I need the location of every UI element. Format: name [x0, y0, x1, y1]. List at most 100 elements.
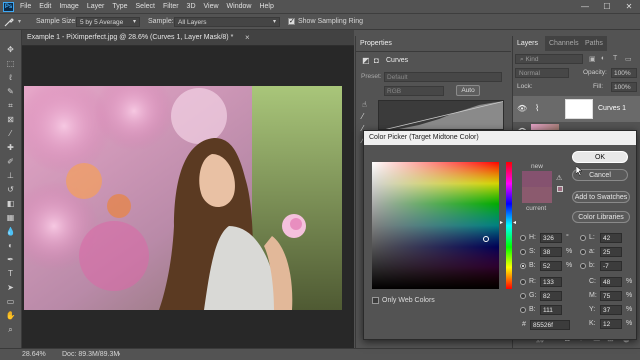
green-radio[interactable] [520, 293, 526, 299]
opacity-input[interactable]: 100% [611, 68, 637, 78]
blue-input[interactable]: 111 [540, 305, 562, 315]
hue-slider[interactable] [506, 162, 512, 289]
preset-select[interactable]: Default [384, 72, 502, 82]
menu-view[interactable]: View [204, 3, 219, 10]
blur-tool-icon[interactable]: 💧 [4, 226, 17, 237]
tab-paths[interactable]: Paths [581, 36, 607, 51]
menu-image[interactable]: Image [59, 3, 78, 10]
eyedropper-icon[interactable]: ⁄ [4, 128, 17, 139]
sample-select[interactable]: All Layers ▾ [174, 17, 280, 27]
auto-button[interactable]: Auto [456, 85, 480, 96]
menu-help[interactable]: Help [259, 3, 273, 10]
yellow-input[interactable]: 37 [600, 305, 622, 315]
only-web-colors-checkbox[interactable] [372, 297, 379, 304]
tab-layers[interactable]: Layers [513, 36, 543, 51]
close-document-icon[interactable]: × [245, 33, 250, 42]
crop-tool-icon[interactable]: ⌗ [4, 100, 17, 111]
mask-icon[interactable]: ◘ [374, 56, 379, 65]
lasso-tool-icon[interactable]: ℓ [4, 72, 17, 83]
red-radio[interactable] [520, 279, 526, 285]
lab-b-radio[interactable] [580, 263, 586, 269]
out-of-gamut-warning-icon[interactable]: ⚠ [556, 174, 562, 182]
lab-b-input[interactable]: -7 [600, 261, 622, 271]
magenta-input[interactable]: 75 [600, 291, 622, 301]
current-color-swatch[interactable] [522, 187, 552, 203]
menu-select[interactable]: Select [136, 3, 155, 10]
hue-slider-right-arrow-icon[interactable]: ◂ [513, 219, 516, 226]
menu-window[interactable]: Window [227, 3, 252, 10]
blend-mode-select[interactable]: Normal [515, 68, 569, 78]
pen-tool-icon[interactable]: ✒ [4, 254, 17, 265]
lab-l-input[interactable]: 42 [600, 233, 622, 243]
clone-stamp-icon[interactable]: ⊥ [4, 170, 17, 181]
channel-select[interactable]: RGB [384, 86, 444, 96]
menu-type[interactable]: Type [112, 3, 127, 10]
web-safe-swatch-icon[interactable] [557, 186, 563, 192]
canvas-photo[interactable] [24, 86, 342, 310]
layer-row-curves[interactable]: 👁 ⌇ Curves 1 [513, 96, 640, 122]
document-tab[interactable]: Example 1 - PiXimperfect.jpg @ 28.6% (Cu… [22, 30, 354, 46]
tab-channels[interactable]: Channels [545, 36, 583, 51]
black-eyedropper-icon[interactable]: ⁄ [362, 112, 363, 121]
eraser-tool-icon[interactable]: ◧ [4, 198, 17, 209]
healing-brush-icon[interactable]: ✚ [4, 142, 17, 153]
dialog-title[interactable]: Color Picker (Target Midtone Color) [364, 131, 636, 145]
cyan-input[interactable]: 48 [600, 277, 622, 287]
hex-input[interactable]: 85526f [530, 320, 570, 330]
saturation-radio[interactable] [520, 249, 526, 255]
filter-shape-icon[interactable]: ▭ [625, 55, 632, 63]
hue-slider-left-arrow-icon[interactable]: ▸ [500, 219, 503, 226]
black-input[interactable]: 12 [600, 319, 622, 329]
close-window-button[interactable]: ✕ [618, 0, 640, 13]
path-select-icon[interactable]: ➤ [4, 282, 17, 293]
menu-layer[interactable]: Layer [87, 3, 105, 10]
brightness-radio[interactable] [520, 263, 526, 269]
layer-name[interactable]: Curves 1 [598, 105, 626, 112]
history-brush-icon[interactable]: ↺ [4, 184, 17, 195]
type-tool-icon[interactable]: T [4, 268, 17, 279]
shape-tool-icon[interactable]: ▭ [4, 296, 17, 307]
ok-button[interactable]: OK [572, 151, 628, 163]
brush-tool-icon[interactable]: ✐ [4, 156, 17, 167]
minimize-button[interactable]: — [574, 0, 596, 13]
lab-a-input[interactable]: 25 [600, 247, 622, 257]
menu-edit[interactable]: Edit [39, 3, 51, 10]
eyedropper-tool-icon[interactable] [3, 17, 16, 27]
add-to-swatches-button[interactable]: Add to Swatches [572, 191, 630, 203]
quick-select-tool-icon[interactable]: ✎ [4, 86, 17, 97]
layer-mask-thumbnail[interactable] [565, 99, 593, 119]
fill-input[interactable]: 100% [611, 82, 637, 92]
color-field-marker[interactable] [483, 236, 489, 242]
color-field[interactable] [372, 162, 499, 289]
color-libraries-button[interactable]: Color Libraries [572, 211, 630, 223]
filter-pixel-icon[interactable]: ▣ [589, 55, 596, 63]
filter-adjustment-icon[interactable]: ◐ [601, 55, 605, 62]
frame-tool-icon[interactable]: ⊠ [4, 114, 17, 125]
visibility-eye-icon[interactable]: 👁 [517, 104, 527, 113]
red-input[interactable]: 133 [540, 277, 562, 287]
menu-file[interactable]: File [20, 3, 31, 10]
hue-input[interactable]: 326 [540, 233, 562, 243]
layer-filter-select[interactable]: ⌕ Kind [515, 54, 583, 64]
menu-3d[interactable]: 3D [187, 3, 196, 10]
maximize-button[interactable]: ☐ [596, 0, 618, 13]
green-input[interactable]: 82 [540, 291, 562, 301]
dodge-tool-icon[interactable]: ◐ [4, 240, 17, 251]
hue-radio[interactable] [520, 235, 526, 241]
show-sampling-ring-checkbox[interactable] [288, 17, 295, 25]
filter-type-icon[interactable]: T [613, 55, 617, 62]
hand-tool-icon[interactable]: ✋ [4, 310, 17, 321]
brightness-input[interactable]: 52 [540, 261, 562, 271]
saturation-input[interactable]: 38 [540, 247, 562, 257]
blue-radio[interactable] [520, 307, 526, 313]
tab-properties[interactable]: Properties [356, 36, 396, 51]
status-menu-icon[interactable]: › [118, 351, 120, 358]
gradient-tool-icon[interactable]: ▦ [4, 212, 17, 223]
marquee-tool-icon[interactable]: ⬚ [4, 58, 17, 69]
curves-histogram[interactable] [378, 100, 504, 130]
zoom-level[interactable]: 28.64% [22, 351, 46, 358]
menu-filter[interactable]: Filter [163, 3, 179, 10]
sample-size-select[interactable]: 5 by 5 Average ▾ [76, 17, 140, 27]
lab-l-radio[interactable] [580, 235, 586, 241]
target-adjust-icon[interactable]: ☝ [362, 100, 367, 109]
